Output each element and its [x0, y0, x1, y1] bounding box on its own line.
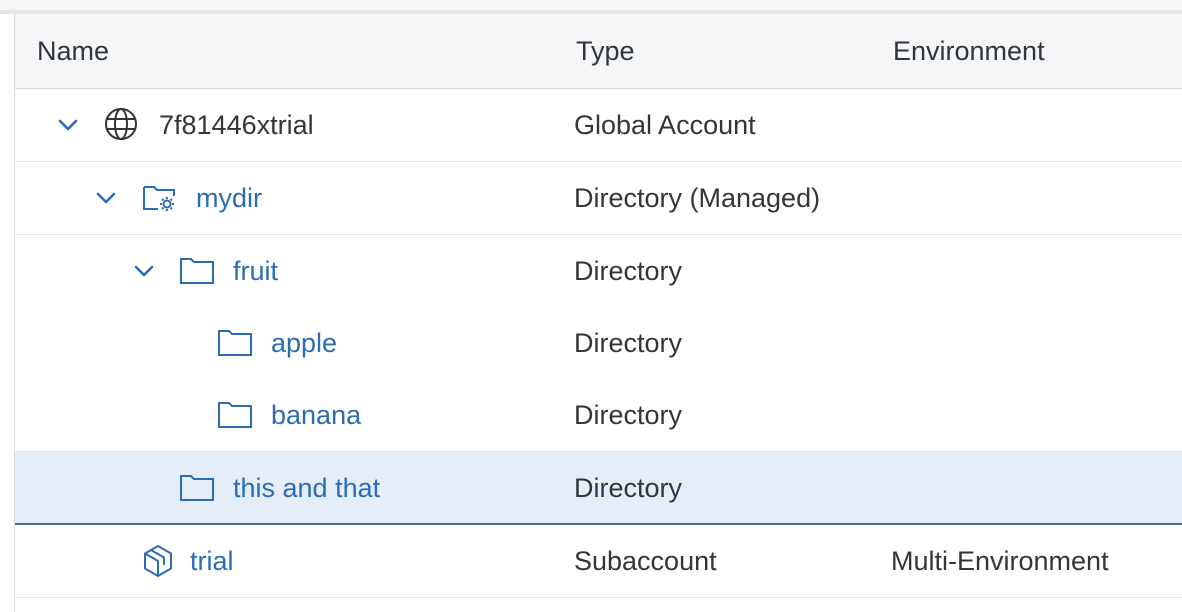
chevron-down-icon[interactable]: [132, 235, 156, 307]
row-name[interactable]: banana: [271, 379, 361, 451]
managed-folder-icon: [141, 162, 177, 234]
chevron-down-icon[interactable]: [56, 89, 80, 161]
row-type: Subaccount: [574, 546, 717, 576]
row-name[interactable]: trial: [190, 525, 234, 597]
folder-icon: [179, 452, 215, 524]
top-toolbar-strip: [0, 0, 1182, 14]
row-type: Directory: [574, 473, 683, 503]
row-name[interactable]: apple: [271, 307, 337, 379]
name-cell: 7f81446xtrial: [15, 89, 555, 161]
folder-icon: [217, 307, 253, 379]
row-type: Directory: [574, 256, 683, 286]
name-cell: this and that: [15, 452, 555, 524]
globe-icon: [103, 89, 139, 161]
table-header: Name Type Environment: [15, 14, 1182, 89]
row-type: Directory (Managed): [574, 183, 821, 213]
subaccount-icon: [140, 525, 176, 597]
column-header-name[interactable]: Name: [37, 14, 109, 89]
row-type: Directory: [574, 328, 683, 358]
row-name[interactable]: mydir: [196, 162, 262, 234]
name-cell: apple: [15, 307, 555, 379]
column-header-environment[interactable]: Environment: [893, 14, 1045, 89]
table-row[interactable]: trial Subaccount Multi-Environment: [15, 525, 1182, 598]
folder-icon: [217, 379, 253, 451]
name-cell: trial: [15, 525, 555, 597]
name-cell: banana: [15, 379, 555, 451]
row-name[interactable]: 7f81446xtrial: [159, 89, 314, 161]
folder-icon: [179, 235, 215, 307]
row-name[interactable]: this and that: [233, 452, 380, 524]
column-header-type[interactable]: Type: [576, 14, 635, 89]
table-row[interactable]: apple Directory: [15, 307, 1182, 380]
table-row[interactable]: banana Directory: [15, 379, 1182, 452]
table-row[interactable]: 7f81446xtrial Global Account: [15, 89, 1182, 162]
row-name[interactable]: fruit: [233, 235, 278, 307]
name-cell: mydir: [15, 162, 555, 234]
row-type: Global Account: [574, 110, 756, 140]
chevron-down-icon[interactable]: [94, 162, 118, 234]
account-hierarchy-table: Name Type Environment 7f81446xtrial Glob…: [14, 14, 1182, 612]
row-environment: Multi-Environment: [891, 546, 1109, 576]
row-type: Directory: [574, 400, 683, 430]
table-row[interactable]: fruit Directory: [15, 235, 1182, 308]
table-row-selected[interactable]: this and that Directory: [15, 452, 1182, 525]
table-row[interactable]: mydir Directory (Managed): [15, 162, 1182, 235]
name-cell: fruit: [15, 235, 555, 307]
